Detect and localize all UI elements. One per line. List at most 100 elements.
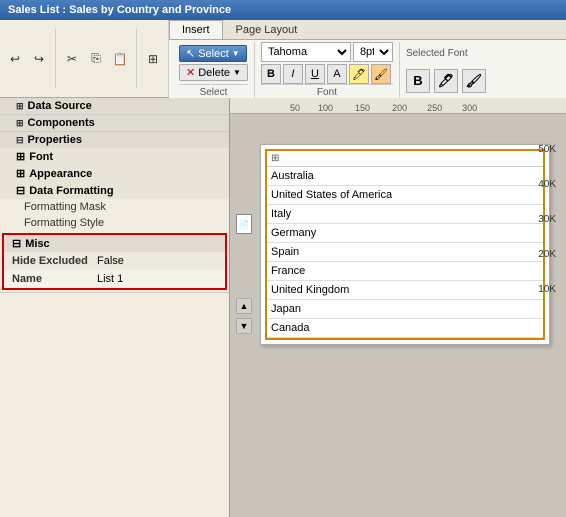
delete-button[interactable]: ✕ Delete ▼ [179,64,248,81]
selected-font-group: Selected Font B 🖊 🖌 [400,42,492,98]
title-text: Sales List : Sales by Country and Provin… [8,4,231,16]
page-icon: 📄 [236,214,252,234]
list-item: Italy [267,205,543,224]
paste-button[interactable]: 📋 [109,48,131,70]
data-formatting-label: Data Formatting [29,185,113,197]
select-chevron-icon: ▼ [232,49,240,58]
nav-down-button[interactable]: ▼ [236,318,252,334]
data-source-header[interactable]: ⊞ Data Source [0,98,229,114]
list-item: Germany [267,224,543,243]
ruler-mark-200: 200 [392,103,407,113]
hide-excluded-value: False [97,255,124,267]
list-item: Australia [267,167,543,186]
list-item: Japan [267,300,543,319]
ruler-mark-150: 150 [355,103,370,113]
select-group-label: Select [179,84,248,98]
ribbon-content: ↖ Select ▼ ✕ Delete ▼ [169,40,566,100]
nav-arrows: ▲ ▼ [236,298,252,334]
title-bar: Sales List : Sales by Country and Provin… [0,0,566,20]
ruler-mark-100: 100 [318,103,333,113]
ribbon-area: Insert Page Layout ↖ Select ▼ [169,20,566,97]
list-item: United Kingdom [267,281,543,300]
copy-button[interactable]: ⎘ [85,48,107,70]
body-area: ⊞ Data Source ⊞ Components ⊟ Properties [0,98,566,517]
appearance-collapse-icon: ⊞ [16,167,25,180]
misc-label: Misc [25,238,49,250]
list-item: France [267,262,543,281]
tab-page-layout[interactable]: Page Layout [223,20,311,39]
selected-color-button[interactable]: 🖊 [434,69,458,93]
delete-chevron-icon: ▼ [233,68,241,77]
design-area[interactable]: 📄 ▲ ▼ ⊞ Australia United States of Ameri… [230,114,566,517]
list-expand-icon: ⊞ [271,153,279,164]
ribbon-tabs: Insert Page Layout [169,20,566,40]
selected-bold-button[interactable]: B [406,69,430,93]
italic-button[interactable]: I [283,64,303,84]
components-section: ⊞ Components [0,115,229,132]
scale-axis: 50K 40K 30K 20K 10K [538,144,556,319]
ruler-mark-250: 250 [427,103,442,113]
tab-insert[interactable]: Insert [169,20,223,39]
scale-20k: 20K [538,249,556,284]
font-group: Tahoma 8pt B I U A 🖊 🖌 [255,42,400,98]
appearance-sub-label: Appearance [29,168,92,180]
font-group-label: Font [261,84,393,98]
data-formatting-sub-header[interactable]: ⊟ Data Formatting [0,182,229,199]
scale-50k: 50K [538,144,556,179]
properties-section: ⊟ Properties ⊞ Font ⊞ Appearance ⊟ Data … [0,132,229,293]
hide-excluded-label: Hide Excluded [12,255,97,267]
misc-row-hide-excluded: Hide Excluded False [4,252,225,270]
font-name-select[interactable]: Tahoma [261,42,351,62]
misc-collapse-icon: ⊟ [12,237,21,250]
font-sub-label: Font [29,151,53,163]
data-formatting-collapse-icon: ⊟ [16,184,25,197]
misc-header[interactable]: ⊟ Misc [4,235,225,252]
list-component: ⊞ Australia United States of America Ita… [265,149,545,340]
scale-40k: 40K [538,179,556,214]
formatting-mask-item[interactable]: Formatting Mask [0,199,229,215]
name-value: List 1 [97,273,123,285]
misc-row-name: Name List 1 [4,270,225,288]
fill-button[interactable]: 🖌 [371,64,391,84]
font-sub-header[interactable]: ⊞ Font [0,148,229,165]
toolbar-icons: ↩ ↪ ✂ ⎘ 📋 ⊞ [0,20,169,97]
properties-collapse-icon: ⊟ [16,135,24,146]
properties-header[interactable]: ⊟ Properties [0,132,229,148]
redo-button[interactable]: ↪ [28,48,50,70]
ruler-mark-300: 300 [462,103,477,113]
bold-button[interactable]: B [261,64,281,84]
formatting-style-item[interactable]: Formatting Style [0,215,229,231]
scale-30k: 30K [538,214,556,249]
main-area: 50 100 150 200 250 300 📄 ▲ ▼ [230,98,566,517]
delete-icon: ✕ [186,66,195,79]
ruler: 50 100 150 200 250 300 [230,98,566,114]
cut-button[interactable]: ✂ [61,48,83,70]
list-item: Canada [267,319,543,338]
misc-section: ⊟ Misc Hide Excluded False Name List 1 [2,233,227,290]
undo-button[interactable]: ↩ [4,48,26,70]
selected-font-label: Selected Font [406,48,486,59]
highlight-button[interactable]: 🖊 [349,64,369,84]
components-header[interactable]: ⊞ Components [0,115,229,131]
data-source-section: ⊞ Data Source [0,98,229,115]
select-group: ↖ Select ▼ ✕ Delete ▼ [173,42,255,98]
left-panel: ⊞ Data Source ⊞ Components ⊟ Properties [0,98,230,517]
data-source-collapse-icon: ⊞ [16,101,24,112]
report-page: ⊞ Australia United States of America Ita… [260,144,550,345]
text-color-button[interactable]: A [327,64,347,84]
format-button[interactable]: ⊞ [142,48,164,70]
underline-button[interactable]: U [305,64,325,84]
scale-10k: 10K [538,284,556,319]
components-collapse-icon: ⊞ [16,118,24,129]
properties-label: Properties [28,134,82,146]
selected-fill-button[interactable]: 🖌 [462,69,486,93]
cursor-icon: ↖ [186,47,195,60]
toolbar-area: ↩ ↪ ✂ ⎘ 📋 ⊞ Insert Page Layout [0,20,566,98]
data-source-label: Data Source [28,100,92,112]
font-size-select[interactable]: 8pt [353,42,393,62]
appearance-sub-header[interactable]: ⊞ Appearance [0,165,229,182]
components-label: Components [28,117,95,129]
name-label: Name [12,273,97,285]
nav-up-button[interactable]: ▲ [236,298,252,314]
select-button[interactable]: ↖ Select ▼ [179,45,247,62]
